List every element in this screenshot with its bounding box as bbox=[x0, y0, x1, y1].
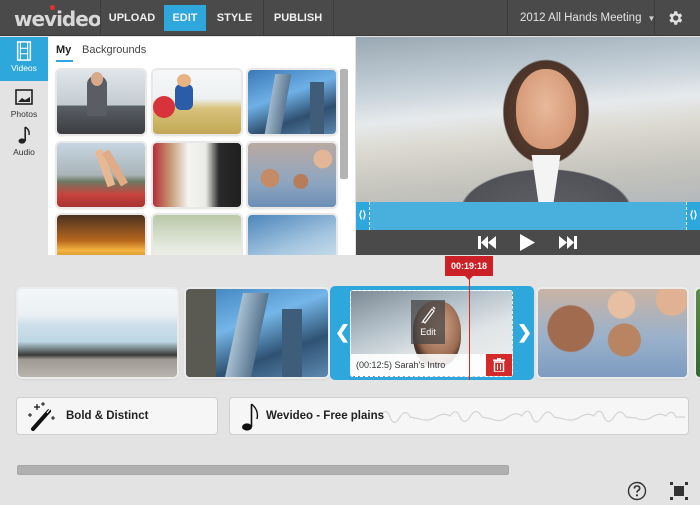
library-thumbnail[interactable] bbox=[57, 143, 145, 207]
nav-edit-tab[interactable]: EDIT bbox=[164, 5, 206, 31]
project-selector[interactable]: 2012 All Hands Meeting ▼ bbox=[520, 0, 655, 36]
timeline-clip[interactable] bbox=[696, 289, 700, 377]
library-thumbnail[interactable] bbox=[248, 143, 336, 207]
previous-clip-arrow[interactable]: ❮ bbox=[335, 322, 350, 343]
library-thumbnail[interactable] bbox=[248, 215, 336, 255]
clip-caption: (00:12:5) Sarah's Intro bbox=[351, 354, 486, 376]
timeline-clip[interactable] bbox=[18, 289, 177, 377]
library-scrollbar[interactable] bbox=[340, 69, 348, 179]
trash-icon bbox=[493, 358, 505, 372]
library-thumbnail[interactable] bbox=[248, 70, 336, 134]
timeline-clip[interactable] bbox=[186, 289, 328, 377]
logo-dot bbox=[50, 5, 55, 10]
timeline-clip[interactable] bbox=[538, 289, 687, 377]
tab-backgrounds[interactable]: Backgrounds bbox=[82, 44, 146, 56]
library-thumbnail[interactable] bbox=[153, 143, 241, 207]
edit-clip-button[interactable]: Edit bbox=[411, 300, 445, 344]
next-clip-arrow[interactable]: ❯ bbox=[517, 322, 532, 343]
style-track-label: Bold & Distinct bbox=[66, 410, 149, 422]
photo-icon bbox=[15, 89, 33, 105]
preview-subject-shirt bbox=[531, 155, 561, 202]
style-track[interactable]: Bold & Distinct bbox=[16, 397, 218, 435]
project-name: 2012 All Hands Meeting bbox=[520, 12, 642, 24]
nav-divider bbox=[507, 0, 508, 36]
skip-forward-icon[interactable] bbox=[558, 234, 578, 251]
library-thumbnail[interactable] bbox=[57, 70, 145, 134]
sidebar-item-label: Audio bbox=[13, 147, 35, 157]
preview-subject bbox=[516, 69, 576, 149]
music-note-icon bbox=[18, 126, 30, 144]
play-icon[interactable] bbox=[518, 234, 536, 251]
trim-end-handle[interactable]: ⟨⟩ bbox=[686, 202, 700, 230]
library-thumbnail[interactable] bbox=[57, 215, 145, 255]
nav-divider bbox=[333, 0, 334, 36]
edit-label: Edit bbox=[420, 327, 436, 337]
sidebar-item-label: Photos bbox=[10, 109, 38, 119]
tab-my[interactable]: My bbox=[56, 44, 74, 62]
wevideo-logo[interactable]: wevideo bbox=[14, 7, 102, 31]
nav-publish-tab[interactable]: PUBLISH bbox=[264, 5, 332, 31]
nav-divider bbox=[654, 0, 655, 36]
gear-icon[interactable] bbox=[666, 9, 684, 27]
library-thumbnail[interactable] bbox=[153, 70, 241, 134]
audio-waveform bbox=[380, 410, 685, 424]
fullscreen-icon[interactable] bbox=[669, 481, 689, 501]
sidebar-item-label: Videos bbox=[11, 63, 37, 73]
library-thumbnail[interactable] bbox=[153, 215, 241, 255]
playback-controls bbox=[356, 230, 700, 255]
music-track[interactable]: Wevideo - Free plains bbox=[229, 397, 689, 435]
sidebar-item-videos[interactable]: Videos bbox=[0, 37, 53, 81]
film-icon bbox=[16, 41, 32, 61]
trim-range-bar[interactable]: ⟨⟩ ⟨⟩ bbox=[356, 202, 700, 230]
video-preview[interactable] bbox=[356, 37, 700, 202]
nav-upload-tab[interactable]: UPLOAD bbox=[101, 5, 163, 31]
music-note-icon bbox=[242, 403, 259, 431]
sidebar-item-audio[interactable]: Audio bbox=[0, 121, 48, 165]
trim-start-handle[interactable]: ⟨⟩ bbox=[356, 202, 370, 230]
playhead-line[interactable] bbox=[469, 274, 470, 380]
music-track-label: Wevideo - Free plains bbox=[266, 410, 385, 422]
playhead-time[interactable]: 00:19:18 bbox=[445, 256, 493, 280]
delete-clip-button[interactable] bbox=[486, 354, 512, 376]
nav-style-tab[interactable]: STYLE bbox=[207, 5, 262, 31]
help-icon[interactable] bbox=[627, 481, 647, 501]
timeline-scrollbar[interactable] bbox=[17, 465, 509, 475]
media-type-sidebar: Videos Photos Audio bbox=[0, 37, 53, 255]
pencil-icon bbox=[421, 306, 436, 324]
magic-wand-icon bbox=[28, 402, 55, 431]
top-bar: wevideo UPLOAD EDIT STYLE PUBLISH 2012 A… bbox=[0, 0, 700, 36]
skip-back-icon[interactable] bbox=[477, 234, 497, 251]
media-library-panel: My Backgrounds bbox=[48, 37, 355, 255]
